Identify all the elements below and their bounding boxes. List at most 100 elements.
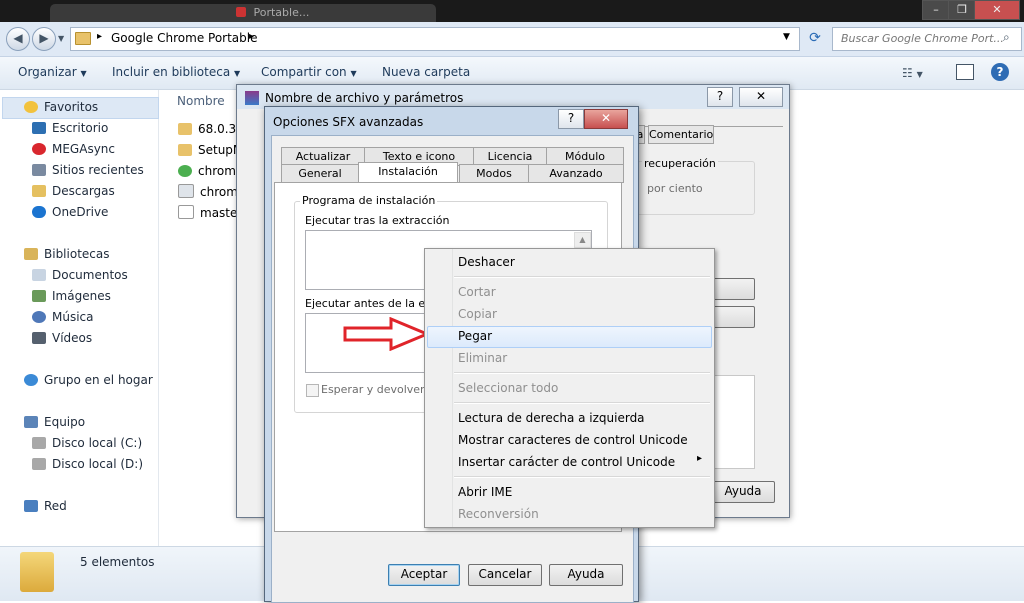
sidebar-item-pictures[interactable]: Imágenes [32,286,111,306]
sidebar-item-onedrive[interactable]: OneDrive [32,202,108,222]
menu-item-cut[interactable]: Cortar [458,282,496,302]
cloud-icon [32,206,46,218]
help-title-button[interactable]: ? [558,109,584,129]
folder-icon [178,144,192,156]
search-placeholder: Buscar Google Chrome Port... [841,32,1004,45]
downloads-folder-icon [32,185,46,197]
menu-item-reconversion[interactable]: Reconversión [458,504,539,524]
sidebar-homegroup[interactable]: Grupo en el hogar [24,370,153,390]
file-icon [178,184,194,198]
back-button[interactable]: ◀ [6,27,30,51]
include-library-menu[interactable]: Incluir en biblioteca ▼ [112,65,240,79]
maximize-button[interactable]: ❐ [948,0,976,20]
sidebar-item-drive-d[interactable]: Disco local (D:) [32,454,143,474]
item-count: 5 elementos [80,555,155,569]
sidebar-item-documents[interactable]: Documentos [32,265,128,285]
help-title-button[interactable]: ? [707,87,733,107]
chrome-icon [178,165,192,177]
chevron-down-icon: ▼ [234,69,241,78]
sidebar-item-drive-c[interactable]: Disco local (C:) [32,433,142,453]
scroll-up-icon[interactable]: ▲ [574,232,591,248]
breadcrumb-current[interactable]: Google Chrome Portable [111,31,258,45]
menu-item-insert-unicode[interactable]: Insertar carácter de control Unicode [458,452,675,472]
share-with-menu[interactable]: Compartir con ▼ [261,65,357,79]
context-menu: Deshacer Cortar Copiar Pegar Eliminar Se… [424,248,715,528]
minimize-button[interactable]: – [922,0,950,20]
sidebar-favorites[interactable]: Favoritos [24,97,98,117]
side-panel [713,375,755,469]
close-button[interactable]: ✕ [584,109,628,129]
browser-tab-1[interactable] [50,4,232,22]
sidebar-item-megasync[interactable]: MEGAsync [32,139,115,159]
menu-item-undo[interactable]: Deshacer [458,252,515,272]
chevron-down-icon: ▼ [350,69,357,78]
menu-separator [454,372,710,374]
help-button[interactable]: Ayuda [549,564,623,586]
column-header-name[interactable]: Nombre [177,94,225,108]
menu-item-show-unicode[interactable]: Mostrar caracteres de control Unicode [458,430,688,450]
menu-item-paste[interactable]: Pegar [458,326,492,346]
menu-item-delete[interactable]: Eliminar [458,348,507,368]
preview-pane-icon[interactable] [956,64,974,80]
sidebar-item-recent[interactable]: Sitios recientes [32,160,144,180]
file-row[interactable]: 68.0.34 [178,119,244,139]
red-arrow-icon [343,317,431,351]
menu-item-copy[interactable]: Copiar [458,304,497,324]
help-icon[interactable]: ? [991,63,1009,81]
drive-icon [32,458,46,470]
menu-item-rtl[interactable]: Lectura de derecha a izquierda [458,408,645,428]
sidebar-item-music[interactable]: Música [32,307,94,327]
menu-item-select-all[interactable]: Seleccionar todo [458,378,558,398]
forward-button[interactable]: ▶ [32,27,56,51]
back-arrow-icon: ◀ [13,31,23,45]
search-icon[interactable]: ⌕ [1003,30,1010,45]
close-window-button[interactable]: ✕ [974,0,1020,20]
side-button-1[interactable] [713,278,755,300]
organize-menu[interactable]: Organizar ▼ [18,65,87,79]
desktop-icon [32,122,46,134]
view-options-icon[interactable]: ☷ ▼ [902,66,923,80]
cancel-button[interactable]: Cancelar [468,564,542,586]
submenu-arrow-icon: ▸ [697,453,703,464]
recent-places-icon [32,164,46,176]
dialog-title: Nombre de archivo y parámetros [265,91,464,105]
videos-icon [32,332,46,344]
address-dropdown-icon[interactable]: ▼ [783,32,790,42]
sidebar-item-escritorio[interactable]: Escritorio [32,118,108,138]
file-row[interactable]: chrome [178,161,243,181]
close-button[interactable]: ✕ [739,87,783,107]
side-button-2[interactable] [713,306,755,328]
tab-modos[interactable]: Modos [459,164,529,183]
tab-general[interactable]: General [281,164,359,183]
libraries-icon [24,248,38,260]
tab-comentario[interactable]: Comentario [648,125,714,144]
menu-separator [454,276,710,278]
file-row[interactable]: SetupM [178,140,243,160]
group-title: Programa de instalación [300,194,438,207]
menu-separator [454,402,710,404]
breadcrumb-chevron-icon[interactable]: ▸ [249,31,254,42]
sidebar-item-downloads[interactable]: Descargas [32,181,115,201]
help-button[interactable]: Ayuda [711,481,775,503]
forward-arrow-icon: ▶ [39,31,49,45]
run-after-label: Ejecutar tras la extracción [305,214,450,227]
sidebar-item-videos[interactable]: Vídeos [32,328,92,348]
sidebar-libraries[interactable]: Bibliotecas [24,244,109,264]
menu-item-open-ime[interactable]: Abrir IME [458,482,512,502]
ok-button[interactable]: Aceptar [388,564,460,586]
address-path-box[interactable]: ▸ Google Chrome Portable ▸ ▼ [70,27,800,51]
browser-tab-2[interactable]: Portable... [222,4,436,22]
star-icon [24,101,38,113]
refresh-icon[interactable]: ⟳ [805,30,825,48]
search-input[interactable]: Buscar Google Chrome Port... ⌕ [832,27,1022,51]
wait-checkbox[interactable] [306,384,319,397]
sidebar-network[interactable]: Red [24,496,67,516]
file-icon [178,205,194,219]
tab-instalacion[interactable]: Instalación [358,162,458,183]
folder-large-icon [20,552,54,592]
tab-avanzado[interactable]: Avanzado [528,164,624,183]
sidebar-computer[interactable]: Equipo [24,412,85,432]
recent-pages-chevron-icon[interactable]: ▼ [58,34,64,43]
new-folder-button[interactable]: Nueva carpeta [382,65,470,79]
breadcrumb-separator-icon: ▸ [97,31,103,42]
